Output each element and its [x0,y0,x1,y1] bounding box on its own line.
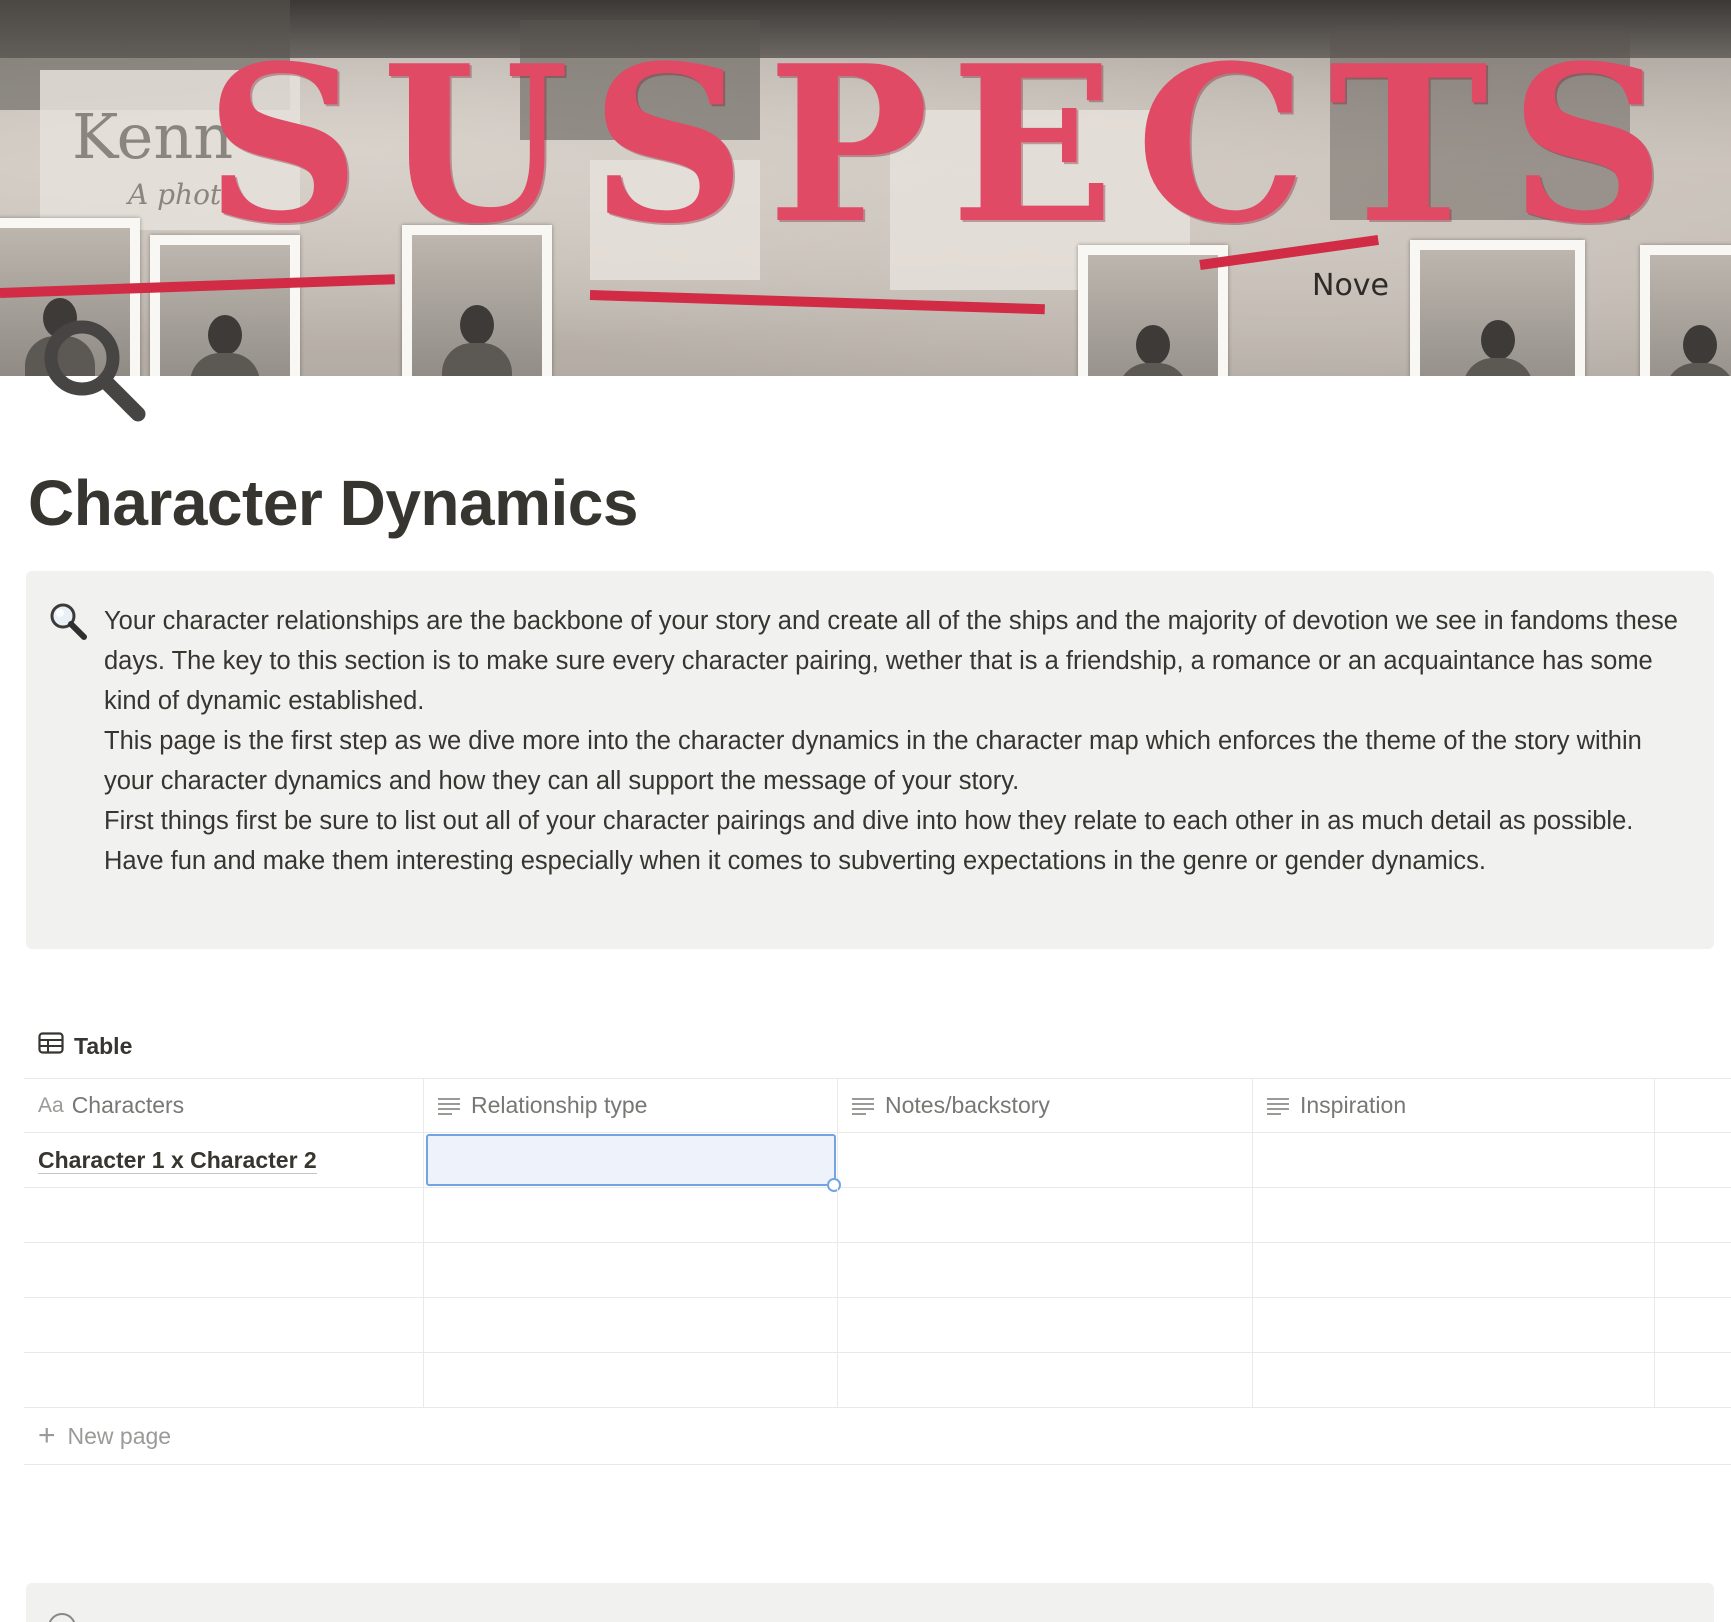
column-header-label: Notes/backstory [885,1092,1050,1118]
table-row[interactable] [24,1298,1731,1353]
callout-text[interactable]: Your character relationships are the bac… [104,601,1684,881]
new-page-label: New page [67,1422,172,1449]
cell-notes-backstory[interactable] [838,1353,1253,1407]
cell-inspiration[interactable] [1253,1353,1655,1407]
tab-table-view[interactable]: Table [38,1030,132,1062]
magnifying-glass-icon[interactable] [40,316,150,426]
row-title[interactable]: Character 1 x Character 2 [38,1147,317,1174]
cell-notes-backstory[interactable] [838,1188,1253,1242]
table-row[interactable] [24,1188,1731,1243]
callout-paragraph: First things first be sure to list out a… [104,807,1634,875]
cover-letter: S [1509,17,1665,271]
add-property-column[interactable] [1655,1079,1731,1132]
title-property-icon: Aa [38,1093,64,1117]
table-icon [38,1032,64,1060]
column-header-label: Characters [71,1092,185,1118]
column-header-label: Relationship type [471,1092,648,1118]
table-header-row: Aa Characters Relationship type Notes/ba… [24,1078,1731,1133]
column-header-inspiration[interactable]: Inspiration [1253,1079,1655,1132]
cover-suspects-lettering: S U S P E C T S [205,34,1665,254]
cell-characters[interactable]: Character 1 x Character 2 [24,1133,424,1187]
column-header-label: Inspiration [1300,1092,1407,1118]
intro-callout[interactable]: Your character relationships are the bac… [26,571,1714,949]
cover-letter: S [590,17,746,271]
page-title[interactable]: Character Dynamics [28,466,638,540]
cell-relationship-type[interactable] [424,1353,838,1407]
callout-paragraph: This page is the first step as we dive m… [104,727,1642,795]
cell-characters[interactable] [24,1298,424,1352]
cover-letter: C [1135,17,1307,271]
cell-characters[interactable] [24,1188,424,1242]
magnifying-glass-tilted-icon[interactable] [48,601,88,641]
cell-characters[interactable] [24,1243,424,1297]
table-row[interactable] [24,1243,1731,1298]
selected-cell-highlight[interactable] [426,1134,841,1192]
text-property-icon [437,1096,461,1116]
tab-label: Table [74,1032,133,1059]
database-table: Aa Characters Relationship type Notes/ba… [24,1078,1731,1465]
column-header-relationship-type[interactable]: Relationship type [424,1079,838,1132]
cell-empty [1655,1353,1731,1407]
page-cover[interactable]: Kenn A photo Nove S U S P E C T S [0,0,1731,376]
text-property-icon [1266,1096,1290,1116]
cover-letter: U [381,17,570,271]
cell-inspiration[interactable] [1253,1133,1655,1187]
text-property-icon [851,1096,875,1116]
cell-notes-backstory[interactable] [838,1243,1253,1297]
cell-notes-backstory[interactable] [838,1133,1253,1187]
magnifying-glass-icon [48,1613,76,1622]
table-row[interactable]: Character 1 x Character 2 [24,1133,1731,1192]
cell-relationship-type[interactable] [424,1243,838,1297]
column-header-characters[interactable]: Aa Characters [24,1079,424,1132]
cover-scrap-text: Nove [1312,268,1390,303]
cell-characters[interactable] [24,1353,424,1407]
column-header-notes-backstory[interactable]: Notes/backstory [838,1079,1253,1132]
cover-letter: T [1328,17,1489,271]
new-page-button[interactable]: + New page [24,1408,1731,1465]
cell-empty [1655,1188,1731,1242]
cell-inspiration[interactable] [1253,1188,1655,1242]
plus-icon: + [38,1419,56,1452]
cell-relationship-type[interactable] [424,1188,838,1242]
cell-empty [1655,1133,1731,1187]
cell-notes-backstory[interactable] [838,1298,1253,1352]
secondary-callout[interactable] [26,1583,1714,1622]
cell-inspiration[interactable] [1253,1243,1655,1297]
cover-letter: P [767,17,929,271]
cell-relationship-type[interactable] [424,1298,838,1352]
table-row[interactable] [24,1353,1731,1408]
callout-paragraph: Your character relationships are the bac… [104,607,1678,715]
cell-relationship-type[interactable] [424,1133,841,1192]
cover-red-string [589,290,1045,315]
cell-empty [1655,1243,1731,1297]
cover-letter: E [950,17,1115,271]
cover-letter: S [205,17,361,271]
cell-inspiration[interactable] [1253,1298,1655,1352]
cell-empty [1655,1298,1731,1352]
